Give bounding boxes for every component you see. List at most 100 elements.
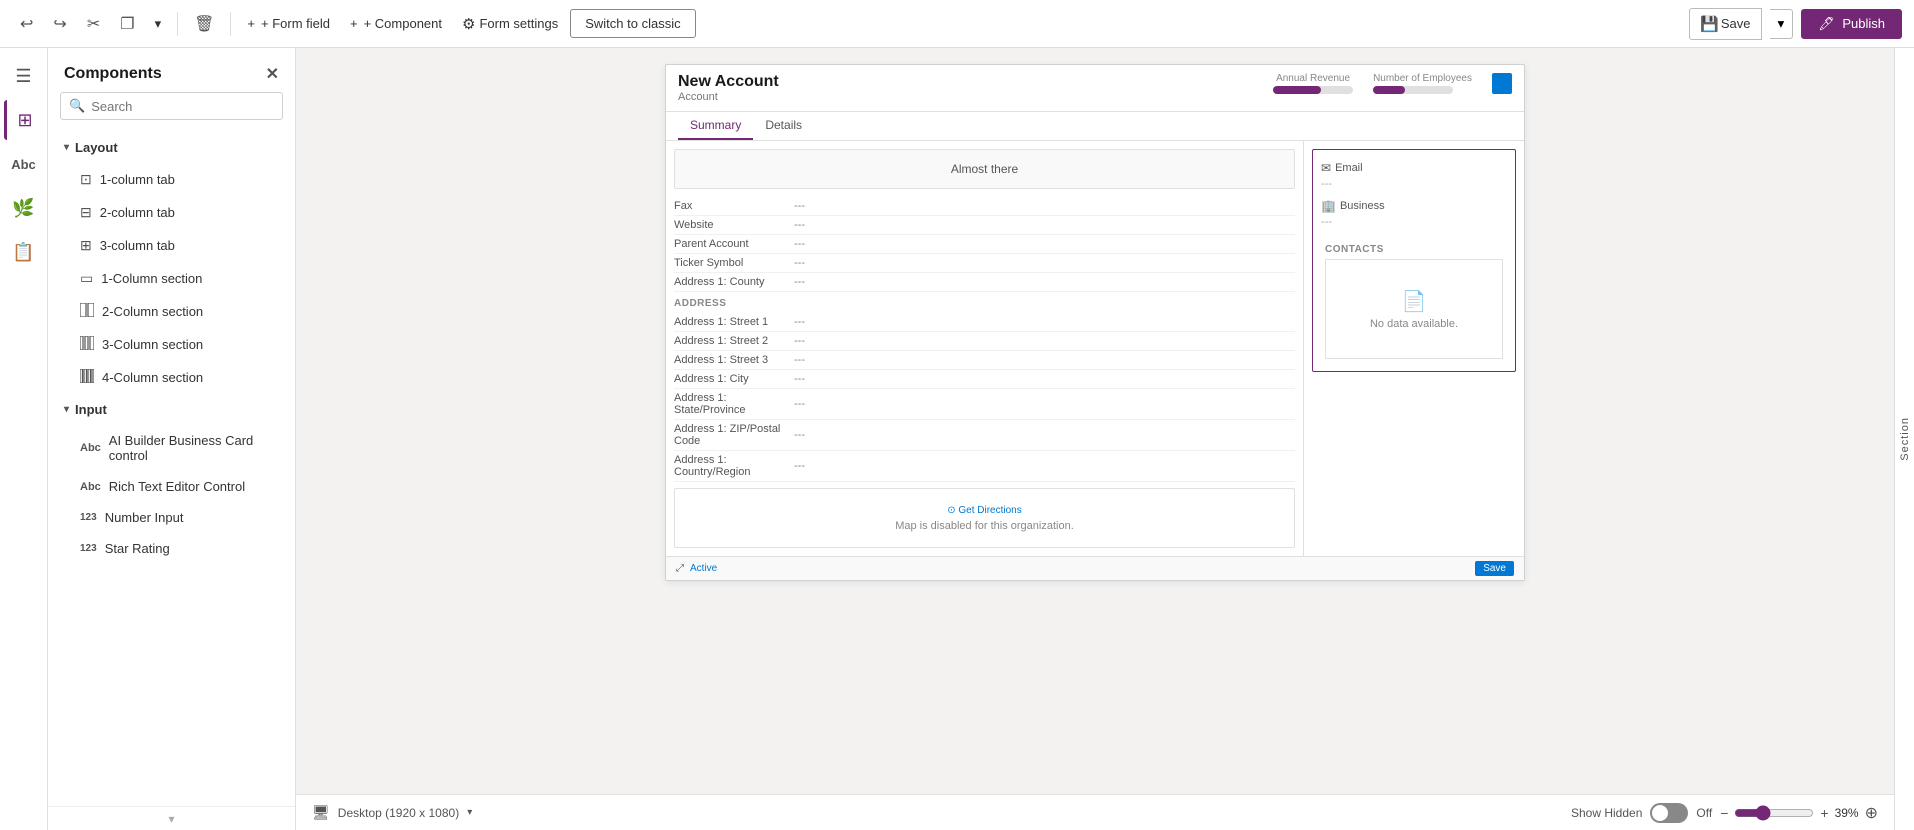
right-panel-label: Section xyxy=(1899,417,1911,461)
annual-revenue-bar xyxy=(1273,86,1353,94)
device-dropdown-icon[interactable]: ▾ xyxy=(467,807,472,818)
form-save-button[interactable]: Save xyxy=(1475,561,1514,576)
desktop-icon: 🖥 xyxy=(312,804,330,821)
device-label: Desktop (1920 x 1080) xyxy=(338,806,459,820)
toggle-off-label: Off xyxy=(1696,806,1712,820)
sidebar-item-table-columns[interactable]: Abc xyxy=(4,144,44,184)
tree-view-icon: 🌿 xyxy=(12,198,34,219)
field-state-value: --- xyxy=(794,398,805,410)
publish-button[interactable]: 🖊 Publish xyxy=(1801,9,1902,39)
contacts-label: CONTACTS xyxy=(1325,244,1503,255)
email-label: Email xyxy=(1335,162,1363,174)
components-panel-title: Components xyxy=(64,65,162,83)
contacts-empty-text: No data available. xyxy=(1370,318,1458,330)
contacts-box: 📄 No data available. xyxy=(1325,259,1503,359)
field-state-label: Address 1:State/Province xyxy=(674,392,794,416)
zoom-fit-button[interactable]: ⊕ xyxy=(1865,803,1878,823)
save-dropdown-button[interactable]: ▾ xyxy=(1770,9,1794,39)
form-settings-button[interactable]: ⚙ Form settings xyxy=(454,11,566,37)
comp-item-rich-text[interactable]: Abc Rich Text Editor Control xyxy=(48,471,295,502)
zoom-in-button[interactable]: + xyxy=(1820,805,1828,821)
comp-item-star-rating[interactable]: 123 Star Rating xyxy=(48,533,295,564)
field-ticker-symbol-label: Ticker Symbol xyxy=(674,257,794,269)
component-button[interactable]: + + Component xyxy=(342,12,450,35)
copy-dropdown-icon: ▾ xyxy=(155,16,162,32)
comp-item-ai-builder[interactable]: Abc AI Builder Business Card control xyxy=(48,425,295,471)
hamburger-menu-button[interactable]: ☰ xyxy=(4,56,44,96)
sidebar-item-tree-view[interactable]: 🌿 xyxy=(4,188,44,228)
save-button[interactable]: 💾 Save xyxy=(1689,8,1761,40)
employees-bar-fill xyxy=(1373,86,1405,94)
show-hidden-toggle[interactable] xyxy=(1650,803,1688,823)
field-parent-account-label: Parent Account xyxy=(674,238,794,250)
email-icon: ✉ xyxy=(1321,161,1331,175)
comp-item-3-column-tab[interactable]: ⊞ 3-column tab xyxy=(48,229,295,262)
three-column-tab-icon: ⊞ xyxy=(80,237,92,254)
field-street1-label: Address 1: Street 1 xyxy=(674,316,794,328)
comp-item-2-column-tab[interactable]: ⊟ 2-column tab xyxy=(48,196,295,229)
switch-classic-button[interactable]: Switch to classic xyxy=(570,9,695,38)
tab-summary[interactable]: Summary xyxy=(678,112,753,140)
contacts-section: CONTACTS 📄 No data available. xyxy=(1321,240,1507,363)
address-fields: Address 1: Street 1 --- Address 1: Stree… xyxy=(674,313,1295,482)
undo-icon: ↩ xyxy=(20,14,33,34)
two-column-tab-label: 2-column tab xyxy=(100,205,175,220)
get-directions-button[interactable]: ⊙ Get Directions xyxy=(947,505,1022,516)
ai-builder-icon: Abc xyxy=(80,442,101,454)
field-street3-value: --- xyxy=(794,354,805,366)
search-box[interactable]: 🔍 xyxy=(60,92,283,120)
field-parent-account: Parent Account --- xyxy=(674,235,1295,254)
panel-close-button[interactable]: ✕ xyxy=(266,64,279,84)
component-label: + Component xyxy=(364,16,442,31)
input-section-header[interactable]: ▾ Input xyxy=(48,394,295,425)
field-ticker-symbol-value: --- xyxy=(794,257,805,269)
zoom-out-button[interactable]: − xyxy=(1720,805,1728,821)
sidebar-icons: ☰ ⊞ Abc 🌿 📋 xyxy=(0,48,48,830)
basic-fields: Fax --- Website --- Parent Account --- xyxy=(674,197,1295,292)
save-icon: 💾 xyxy=(1700,15,1719,33)
comp-item-1-column-tab[interactable]: ⊡ 1-column tab xyxy=(48,163,295,196)
layout-section-header[interactable]: ▾ Layout xyxy=(48,132,295,163)
field-zip-value: --- xyxy=(794,429,805,441)
field-city: Address 1: City --- xyxy=(674,370,1295,389)
comp-item-3-column-section[interactable]: 3-Column section xyxy=(48,328,295,361)
comp-item-number-input[interactable]: 123 Number Input xyxy=(48,502,295,533)
save-dropdown-icon: ▾ xyxy=(1778,16,1785,31)
four-column-section-icon xyxy=(80,369,94,386)
form-field-button[interactable]: + + Form field xyxy=(239,12,338,35)
two-column-tab-icon: ⊟ xyxy=(80,204,92,221)
copy-button[interactable]: ❐ xyxy=(112,10,142,38)
layout-chevron-icon: ▾ xyxy=(64,142,69,153)
zoom-slider[interactable] xyxy=(1734,805,1814,821)
comp-item-1-column-section[interactable]: ▭ 1-Column section xyxy=(48,262,295,295)
right-section-panel[interactable]: Section xyxy=(1894,48,1914,830)
form-top-bar: New Account Account Annual Revenue Numbe… xyxy=(666,65,1524,112)
employees-label: Number of Employees xyxy=(1373,73,1472,84)
save-label: Save xyxy=(1721,16,1751,31)
field-address-county: Address 1: County --- xyxy=(674,273,1295,292)
number-input-icon: 123 xyxy=(80,512,97,523)
canvas-area: New Account Account Annual Revenue Numbe… xyxy=(296,48,1894,830)
delete-button[interactable]: 🗑 xyxy=(186,10,222,38)
search-input[interactable] xyxy=(91,99,274,114)
form-top-button[interactable] xyxy=(1492,73,1512,94)
four-column-section-label: 4-Column section xyxy=(102,370,203,385)
right-section-highlighted: ✉ Email --- 🏢 Business --- CONTACTS xyxy=(1312,149,1516,372)
form-canvas: New Account Account Annual Revenue Numbe… xyxy=(296,48,1894,794)
sidebar-item-components[interactable]: ⊞ xyxy=(4,100,44,140)
field-fax-value: --- xyxy=(794,200,805,212)
comp-item-4-column-section[interactable]: 4-Column section xyxy=(48,361,295,394)
components-list: ▾ Layout ⊡ 1-column tab ⊟ 2-column tab ⊞… xyxy=(48,128,295,806)
sidebar-item-form-libraries[interactable]: 📋 xyxy=(4,232,44,272)
map-box: ⊙ Get Directions Map is disabled for thi… xyxy=(674,488,1295,548)
redo-button[interactable]: ↪ xyxy=(45,10,74,38)
tab-details[interactable]: Details xyxy=(753,112,814,140)
field-street2-label: Address 1: Street 2 xyxy=(674,335,794,347)
field-street3: Address 1: Street 3 --- xyxy=(674,351,1295,370)
comp-item-2-column-section[interactable]: 2-Column section xyxy=(48,295,295,328)
copy-dropdown-button[interactable]: ▾ xyxy=(147,12,170,36)
cut-button[interactable]: ✂ xyxy=(79,10,108,38)
undo-button[interactable]: ↩ xyxy=(12,10,41,38)
input-chevron-icon: ▾ xyxy=(64,404,69,415)
form-field-label: + Form field xyxy=(261,16,330,31)
